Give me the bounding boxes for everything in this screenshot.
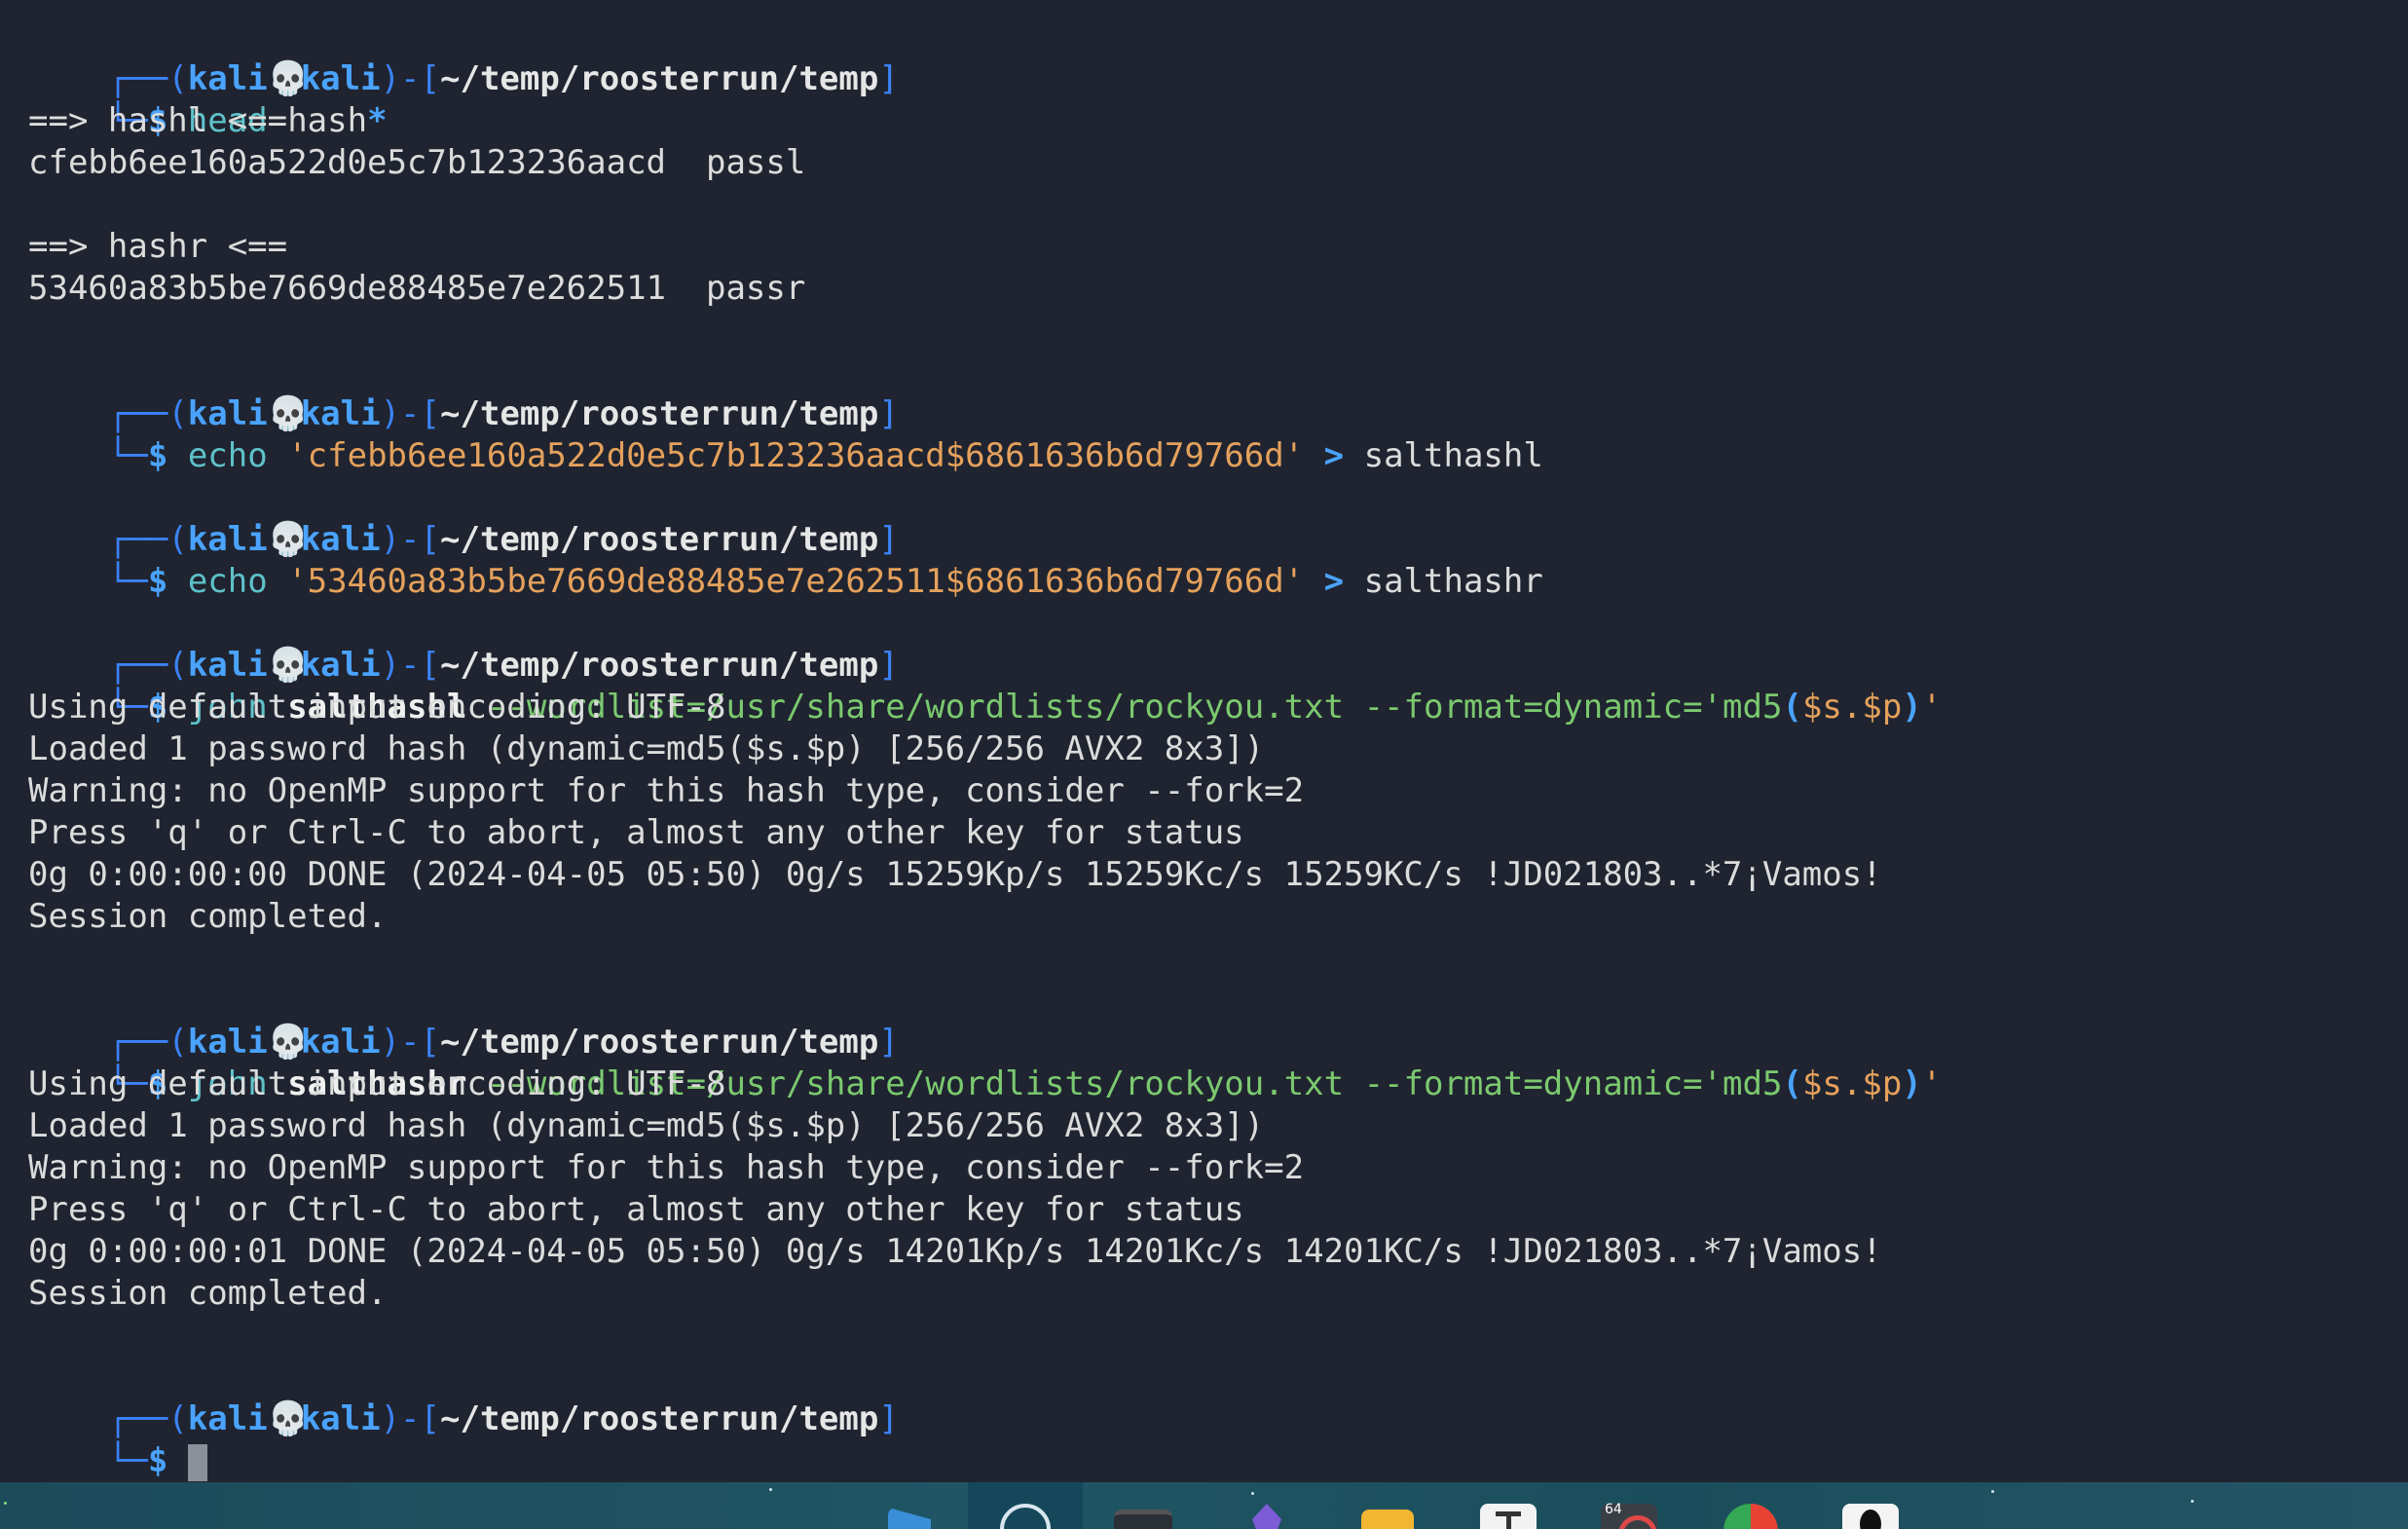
typora-icon[interactable]	[1480, 1504, 1537, 1529]
format-inner: $s.$p	[1801, 688, 1903, 727]
chrome-icon[interactable]	[1723, 1504, 1778, 1529]
qq-penguin	[1860, 1510, 1881, 1529]
output-line: 0g 0:00:00:01 DONE (2024-04-05 05:50) 0g…	[28, 1232, 1882, 1271]
output-line: 53460a83b5be7669de88485e7e262511 passr	[28, 269, 806, 308]
prompt-bar: └─	[107, 1441, 148, 1480]
output-line: 0g 0:00:00:00 DONE (2024-04-05 05:50) 0g…	[28, 855, 1882, 894]
output-line: cfebb6ee160a522d0e5c7b123236aacd passl	[28, 143, 806, 182]
command-line: └─$ echo 'cfebb6ee160a522d0e5c7b123236aa…	[28, 393, 1543, 475]
prompt-host: kali	[300, 1399, 381, 1438]
string-arg: '53460a83b5be7669de88485e7e262511$686163…	[287, 562, 1305, 601]
output-line: Press 'q' or Ctrl-C to abort, almost any…	[28, 813, 1244, 852]
terminal-window[interactable]: ┌──(kali💀kali)-[~/temp/roosterrun/temp] …	[0, 0, 2408, 1482]
command-line: └─$ john salthashl --wordlist=/usr/share…	[28, 645, 1942, 727]
app-64-icon[interactable]: 64	[1601, 1502, 1657, 1529]
prompt-sep: )-[	[380, 59, 440, 98]
command-args: hash	[287, 101, 368, 140]
text-cursor[interactable]	[187, 1443, 207, 1481]
wallpaper-star	[1251, 1492, 1254, 1495]
file-arg: salthashr	[1363, 562, 1543, 601]
prompt-path: ~/temp/roosterrun/temp	[440, 59, 879, 98]
output-line: Loaded 1 password hash (dynamic=md5($s.$…	[28, 1106, 1265, 1145]
prompt-line: ┌──(kali💀kali)-[~/temp/roosterrun/temp]	[28, 477, 899, 559]
prompt-line: ┌──(kali💀kali)-[~/temp/roosterrun/temp]	[28, 603, 899, 685]
output-line: Loaded 1 password hash (dynamic=md5($s.$…	[28, 729, 1265, 768]
output-line: Warning: no OpenMP support for this hash…	[28, 1148, 1305, 1187]
output-line: Press 'q' or Ctrl-C to abort, almost any…	[28, 1190, 1244, 1229]
app-circle-active[interactable]	[968, 1482, 1083, 1529]
prompt-dollar: $	[147, 562, 168, 601]
output-line: ==> hashr <==	[28, 227, 288, 266]
files-flag-icon[interactable]	[888, 1508, 931, 1529]
prompt-line: ┌──(kali💀kali)-[~/temp/roosterrun/temp]	[28, 980, 899, 1062]
file-arg: salthashl	[1363, 436, 1543, 475]
app-badge: 64	[1605, 1502, 1622, 1517]
command-line: └─$ head hash*	[28, 58, 388, 140]
redirect-op: >	[1323, 436, 1345, 475]
app-circle-icon	[1000, 1504, 1051, 1529]
quote: '	[1921, 688, 1943, 727]
wallpaper-star	[1991, 1490, 1994, 1493]
terminal-icon[interactable]	[1114, 1510, 1172, 1529]
output-line: Warning: no OpenMP support for this hash…	[28, 771, 1305, 810]
string-arg: 'cfebb6ee160a522d0e5c7b123236aacd$686163…	[287, 436, 1305, 475]
app-64-ring	[1618, 1515, 1657, 1529]
obsidian-icon[interactable]	[1252, 1504, 1281, 1529]
paren: (	[1782, 688, 1802, 727]
format-inner: $s.$p	[1801, 1064, 1903, 1103]
wallpaper-star	[2191, 1500, 2194, 1503]
prompt-sep: )-[	[380, 1399, 440, 1438]
output-line: Session completed.	[28, 897, 388, 936]
prompt-bracket: ]	[878, 59, 899, 98]
skull-icon: 💀	[267, 1399, 310, 1438]
output-line: Using default input encoding: UTF-8	[28, 1064, 726, 1103]
prompt-line: ┌──(kali💀kali)-[~/temp/roosterrun/temp]	[28, 17, 899, 98]
qq-icon[interactable]	[1842, 1504, 1899, 1529]
command-line: └─$ echo '53460a83b5be7669de88485e7e2625…	[28, 519, 1543, 601]
redirect-op: >	[1323, 562, 1345, 601]
typora-glyph	[1506, 1511, 1511, 1529]
prompt-bracket: ]	[878, 1399, 899, 1438]
prompt-path: ~/temp/roosterrun/temp	[440, 1399, 879, 1438]
prompt-bar: └─	[107, 436, 148, 475]
output-line: Using default input encoding: UTF-8	[28, 688, 726, 727]
command-line[interactable]: └─$	[28, 1398, 207, 1481]
prompt-bar: └─	[107, 562, 148, 601]
prompt-dollar: $	[147, 436, 168, 475]
wallpaper-star	[769, 1488, 772, 1491]
command-line: └─$ john salthashr --wordlist=/usr/share…	[28, 1022, 1942, 1103]
command: echo	[187, 436, 268, 475]
prompt-line: ┌──(kali💀kali)-[~/temp/roosterrun/temp]	[28, 1357, 899, 1438]
output-line: Session completed.	[28, 1274, 388, 1313]
wallpaper-star	[4, 1502, 7, 1505]
paren: )	[1902, 688, 1922, 727]
quote: '	[1921, 1064, 1943, 1103]
glob-star: *	[367, 101, 388, 140]
output-line: ==> hashl <==	[28, 101, 288, 140]
prompt-dollar: $	[147, 1441, 168, 1480]
paren: (	[1782, 1064, 1802, 1103]
paren: )	[1902, 1064, 1922, 1103]
folder-icon[interactable]	[1361, 1510, 1414, 1529]
taskbar: 64	[0, 1482, 2408, 1529]
prompt-line: ┌──(kali💀kali)-[~/temp/roosterrun/temp]	[28, 352, 899, 433]
command: echo	[187, 562, 268, 601]
